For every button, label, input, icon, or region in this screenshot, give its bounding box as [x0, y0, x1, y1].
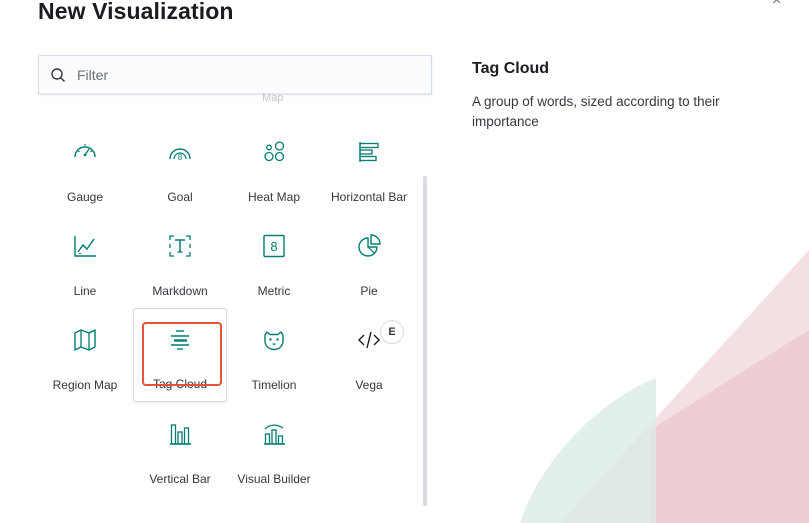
dialog-title: New Visualization — [38, 0, 234, 24]
tile-label: Visual Builder — [237, 472, 311, 486]
pie-chart-icon — [358, 234, 381, 257]
tile-pie[interactable]: Pie — [322, 216, 416, 310]
tag-cloud-icon — [171, 330, 189, 350]
tile-line[interactable]: Line — [38, 216, 132, 310]
vertical-bar-icon — [170, 424, 191, 445]
vega-icon — [358, 331, 380, 349]
heat-map-icon — [264, 141, 285, 162]
close-icon[interactable]: × — [772, 0, 781, 10]
cut-off-tile-label: Map — [262, 92, 284, 104]
tile-label: Horizontal Bar — [330, 190, 408, 204]
region-map-icon — [74, 329, 96, 351]
grid-scrollbar[interactable] — [423, 176, 427, 506]
tile-timelion[interactable]: Timelion — [227, 310, 321, 404]
tile-visual-builder[interactable]: Visual Builder — [227, 404, 321, 498]
tile-label: Pie — [360, 284, 378, 298]
description-text: A group of words, sized according to the… — [472, 94, 720, 129]
filter-input[interactable] — [77, 66, 407, 83]
tile-vega[interactable]: Vega — [322, 310, 416, 404]
filter-field[interactable] — [38, 55, 432, 95]
svg-text:8: 8 — [270, 239, 277, 254]
visual-builder-icon — [264, 424, 285, 445]
tile-label: Vega — [355, 378, 383, 392]
tile-tag-cloud[interactable]: Tag Cloud — [133, 308, 227, 402]
tile-vertical-bar[interactable]: Vertical Bar — [133, 404, 227, 498]
tile-goal[interactable]: 8 Goal — [133, 122, 227, 216]
horizontal-bar-icon — [359, 142, 379, 162]
search-icon — [49, 66, 67, 84]
tile-region-map[interactable]: Region Map — [38, 310, 132, 404]
gauge-icon — [74, 144, 96, 158]
tile-markdown[interactable]: Markdown — [133, 216, 227, 310]
tile-horizontal-bar[interactable]: Horizontal Bar — [322, 122, 416, 216]
markdown-icon — [169, 235, 191, 257]
tile-heat-map[interactable]: Heat Map — [227, 122, 321, 216]
line-chart-icon — [74, 236, 96, 257]
goal-icon: 8 — [169, 148, 191, 162]
tile-metric[interactable]: 8 Metric — [227, 216, 321, 310]
svg-text:8: 8 — [178, 153, 183, 162]
experimental-badge: E — [380, 320, 404, 344]
timelion-icon — [264, 331, 284, 351]
metric-icon: 8 — [263, 234, 285, 258]
description-title: Tag Cloud — [472, 60, 550, 77]
tile-gauge[interactable]: Gauge — [38, 122, 132, 216]
